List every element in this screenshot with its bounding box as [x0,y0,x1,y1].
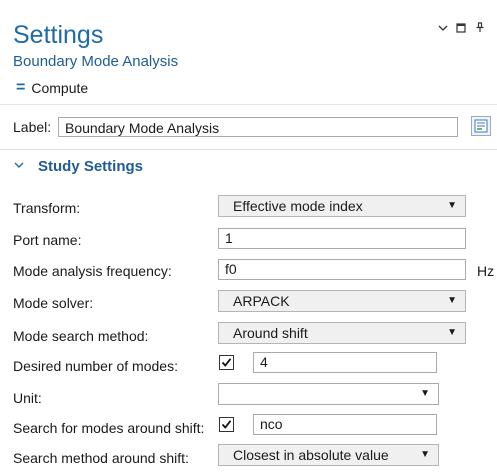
header-divider [0,104,497,105]
chevron-down-icon[interactable] [438,22,448,36]
search-method-shift-value: Closest in absolute value [233,447,389,463]
unit-select[interactable]: ▼ [218,383,439,405]
search-shift-input[interactable]: nco [253,414,437,435]
transform-label: Transform: [13,200,81,216]
label-input[interactable]: Boundary Mode Analysis [58,117,458,137]
dropdown-arrow-icon: ▼ [420,449,430,460]
mode-search-method-label: Mode search method: [13,328,149,344]
desired-modes-checkbox[interactable] [219,355,234,370]
port-name-input[interactable]: 1 [218,228,466,249]
desired-modes-label: Desired number of modes: [13,358,178,374]
mode-frequency-input[interactable]: f0 [218,259,466,280]
chevron-down-icon [14,159,24,173]
frequency-unit: Hz [477,263,495,279]
label-field-label: Label: [13,119,52,135]
equals-icon: = [16,79,26,96]
dropdown-arrow-icon: ▼ [447,327,457,338]
dropdown-arrow-icon: ▼ [420,388,430,399]
checkmark-icon [221,358,232,367]
search-method-shift-select[interactable]: Closest in absolute value ▼ [218,444,439,466]
unit-label: Unit: [13,390,42,406]
page-subtitle: Boundary Mode Analysis [13,53,179,70]
mode-frequency-label: Mode analysis frequency: [13,263,172,279]
dropdown-arrow-icon: ▼ [447,200,457,211]
mode-solver-value: ARPACK [233,293,290,309]
desired-modes-input[interactable]: 4 [253,352,437,373]
restore-window-icon[interactable] [456,22,466,36]
mode-solver-label: Mode solver: [13,295,94,311]
transform-value: Effective mode index [233,198,363,214]
study-settings-section[interactable]: Study Settings [0,149,497,182]
search-method-shift-label: Search method around shift: [13,450,189,466]
mode-search-method-select[interactable]: Around shift ▼ [218,322,466,344]
page-title: Settings [13,21,104,49]
search-shift-checkbox[interactable] [219,417,234,432]
pin-icon[interactable] [475,22,485,36]
mode-solver-select[interactable]: ARPACK ▼ [218,290,466,312]
mode-search-method-value: Around shift [233,325,308,341]
checkmark-icon [221,420,232,429]
dropdown-arrow-icon: ▼ [447,295,457,306]
port-name-label: Port name: [13,232,82,248]
transform-select[interactable]: Effective mode index ▼ [218,195,466,217]
search-shift-label: Search for modes around shift: [13,420,205,436]
compute-label: Compute [31,80,89,96]
edit-label-icon[interactable] [471,116,491,136]
unit-value [219,384,233,404]
compute-button[interactable]: = Compute [16,79,89,97]
section-title: Study Settings [38,158,144,175]
